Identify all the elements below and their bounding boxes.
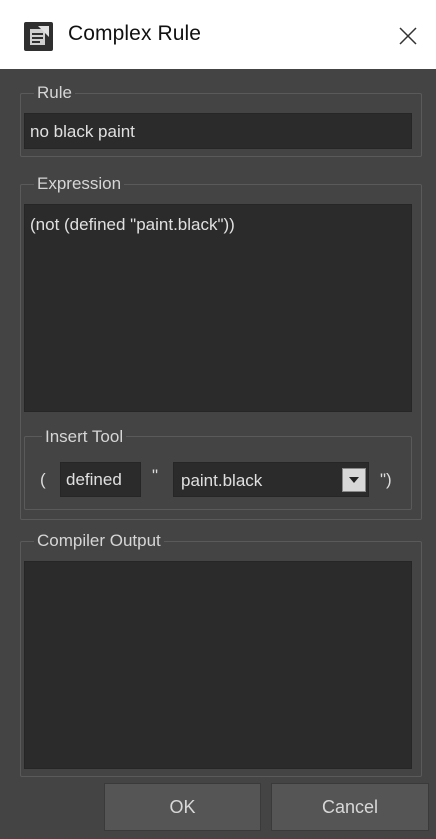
compiler-output-label: Compiler Output <box>34 531 164 551</box>
rule-label: Rule <box>34 83 75 103</box>
defined-function-button[interactable]: defined <box>60 462 141 497</box>
open-paren-text: ( <box>40 470 46 489</box>
app-logo-icon <box>24 22 53 51</box>
chevron-down-icon <box>349 477 359 483</box>
ok-button[interactable]: OK <box>104 783 261 831</box>
close-icon <box>399 27 417 45</box>
property-select-value: paint.black <box>181 471 263 490</box>
expression-label: Expression <box>34 174 125 194</box>
compiler-output-text <box>24 561 412 769</box>
cancel-button[interactable]: Cancel <box>271 783 429 831</box>
title-bar: Complex Rule <box>0 0 436 69</box>
close-quote-text: ") <box>380 470 392 489</box>
rule-name-input[interactable]: no black paint <box>24 113 412 149</box>
open-quote-text: " <box>152 466 159 485</box>
window-title: Complex Rule <box>68 22 202 45</box>
expression-textarea[interactable]: (not (defined "paint.black")) <box>24 204 412 412</box>
property-select[interactable]: paint.black <box>173 462 369 497</box>
close-button[interactable] <box>392 20 424 52</box>
dropdown-button[interactable] <box>342 468 366 492</box>
insert-tool-label: Insert Tool <box>42 427 127 447</box>
